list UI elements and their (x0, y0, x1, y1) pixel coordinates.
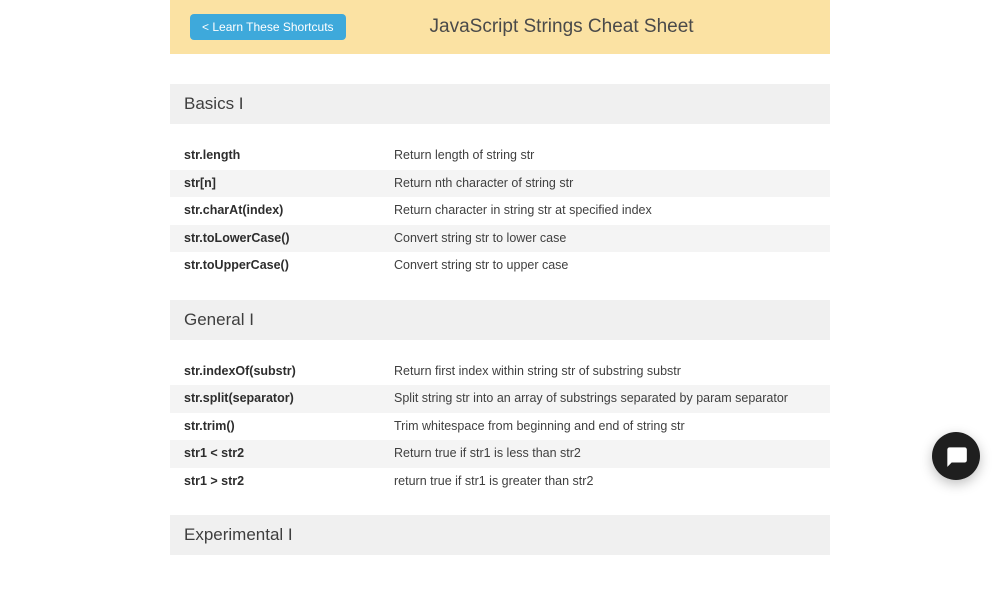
shortcut-desc: Convert string str to lower case (380, 225, 830, 253)
table-row: str.toLowerCase() Convert string str to … (170, 225, 830, 253)
table-basics: str.length Return length of string str s… (170, 142, 830, 280)
shortcut-key: str[n] (170, 170, 380, 198)
page-container: < Learn These Shortcuts JavaScript Strin… (170, 0, 830, 595)
shortcut-desc: Split string str into an array of substr… (380, 385, 830, 413)
header-banner: < Learn These Shortcuts JavaScript Strin… (170, 0, 830, 54)
table-row: str.charAt(index) Return character in st… (170, 197, 830, 225)
shortcut-desc: Return true if str1 is less than str2 (380, 440, 830, 468)
shortcut-desc: return true if str1 is greater than str2 (380, 468, 830, 496)
chat-bubble-icon (943, 443, 969, 469)
shortcut-desc: Return character in string str at specif… (380, 197, 830, 225)
shortcut-key: str.indexOf(substr) (170, 358, 380, 386)
shortcut-key: str.split(separator) (170, 385, 380, 413)
table-general: str.indexOf(substr) Return first index w… (170, 358, 830, 496)
table-row: str.toUpperCase() Convert string str to … (170, 252, 830, 280)
section-header-experimental: Experimental I (170, 515, 830, 555)
shortcut-desc: Return length of string str (380, 142, 830, 170)
chat-widget-button[interactable] (932, 432, 980, 480)
table-row: str.indexOf(substr) Return first index w… (170, 358, 830, 386)
shortcut-key: str.toLowerCase() (170, 225, 380, 253)
table-row: str.trim() Trim whitespace from beginnin… (170, 413, 830, 441)
shortcut-desc: Trim whitespace from beginning and end o… (380, 413, 830, 441)
shortcut-desc: Return nth character of string str (380, 170, 830, 198)
section-header-basics: Basics I (170, 84, 830, 124)
table-row: str.split(separator) Split string str in… (170, 385, 830, 413)
shortcut-key: str1 > str2 (170, 468, 380, 496)
section-header-general: General I (170, 300, 830, 340)
shortcut-key: str1 < str2 (170, 440, 380, 468)
shortcut-desc: Convert string str to upper case (380, 252, 830, 280)
table-row: str.length Return length of string str (170, 142, 830, 170)
table-row: str1 < str2 Return true if str1 is less … (170, 440, 830, 468)
table-row: str[n] Return nth character of string st… (170, 170, 830, 198)
shortcut-desc: Return first index within string str of … (380, 358, 830, 386)
shortcut-key: str.toUpperCase() (170, 252, 380, 280)
learn-shortcuts-button[interactable]: < Learn These Shortcuts (190, 14, 346, 40)
shortcut-key: str.length (170, 142, 380, 170)
table-row: str1 > str2 return true if str1 is great… (170, 468, 830, 496)
page-title: JavaScript Strings Cheat Sheet (386, 16, 810, 38)
shortcut-key: str.trim() (170, 413, 380, 441)
shortcut-key: str.charAt(index) (170, 197, 380, 225)
